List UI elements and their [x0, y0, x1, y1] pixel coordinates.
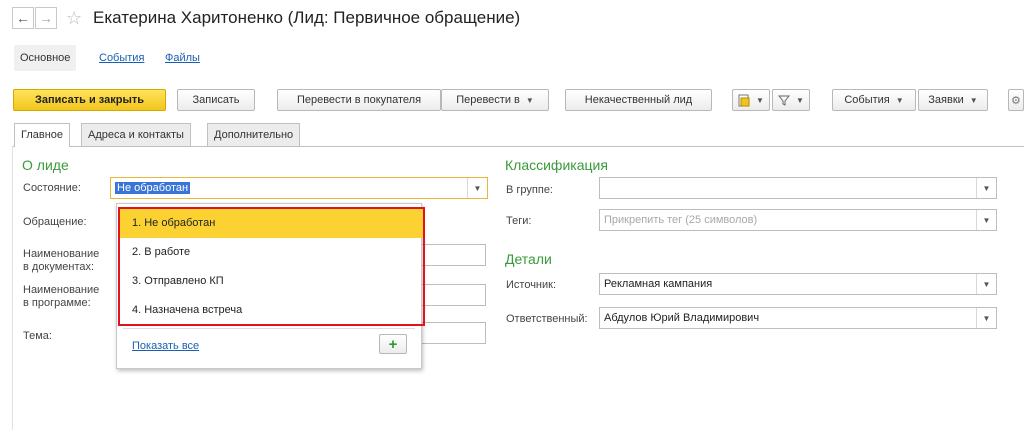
- section-tab-files[interactable]: Файлы: [159, 45, 206, 71]
- topic-field[interactable]: [420, 322, 486, 344]
- doc-name-label: Наименование в документах:: [23, 248, 100, 273]
- group-select[interactable]: ▼: [599, 177, 997, 199]
- program-name-field[interactable]: [420, 284, 486, 306]
- appeal-label: Обращение:: [23, 216, 87, 228]
- convert-to-menu-button[interactable]: Перевести в ▼: [441, 89, 549, 111]
- bad-lead-button[interactable]: Некачественный лид: [565, 89, 712, 111]
- tags-input-placeholder: Прикрепить тег (25 символов): [604, 214, 758, 226]
- tags-label: Теги:: [506, 215, 532, 227]
- favorite-star-icon[interactable]: ☆: [66, 9, 82, 27]
- tab-extra[interactable]: Дополнительно: [207, 123, 301, 146]
- chevron-down-icon[interactable]: ▼: [976, 274, 996, 294]
- state-option[interactable]: 2. В работе: [120, 238, 423, 267]
- events-menu-label: События: [844, 94, 890, 106]
- save-button[interactable]: Записать: [177, 89, 255, 111]
- tab-strip-divider: [12, 146, 1024, 147]
- doc-name-field[interactable]: [420, 244, 486, 266]
- state-option[interactable]: 3. Отправлено КП: [120, 267, 423, 296]
- convert-to-customer-button[interactable]: Перевести в покупателя: [277, 89, 441, 111]
- document-icon: [738, 94, 750, 106]
- print-menu-button[interactable]: ▼: [732, 89, 770, 111]
- source-label: Источник:: [506, 279, 557, 291]
- state-select[interactable]: Не обработан ▼: [110, 177, 488, 199]
- details-group-title: Детали: [505, 251, 552, 267]
- section-tab-main[interactable]: Основное: [14, 45, 77, 71]
- responsible-select[interactable]: Абдулов Юрий Владимирович ▼: [599, 307, 997, 329]
- responsible-label: Ответственный:: [506, 313, 588, 325]
- program-name-label: Наименование в программе:: [23, 284, 100, 309]
- source-select[interactable]: Рекламная кампания ▼: [599, 273, 997, 295]
- requests-menu-label: Заявки: [928, 94, 964, 106]
- classification-group-title: Классификация: [505, 157, 608, 173]
- tags-input[interactable]: Прикрепить тег (25 символов) ▼: [599, 209, 997, 231]
- chevron-down-icon[interactable]: ▼: [976, 210, 996, 230]
- page-title: Екатерина Харитоненко (Лид: Первичное об…: [93, 8, 521, 27]
- gear-icon: ⚙: [1011, 94, 1021, 107]
- chevron-down-icon: ▼: [895, 95, 904, 105]
- back-button[interactable]: ←: [12, 7, 34, 29]
- plus-icon: +: [388, 335, 398, 353]
- section-tab-events[interactable]: События: [93, 45, 150, 71]
- chevron-down-icon[interactable]: ▼: [976, 178, 996, 198]
- source-select-value: Рекламная кампания: [604, 278, 713, 290]
- chevron-down-icon: ▼: [796, 95, 804, 105]
- state-label: Состояние:: [23, 182, 81, 194]
- events-menu-button[interactable]: События ▼: [832, 89, 916, 111]
- add-button[interactable]: +: [379, 334, 407, 354]
- state-dropdown-popup: 1. Не обработан 2. В работе 3. Отправлен…: [116, 203, 425, 369]
- filter-icon: [778, 95, 791, 106]
- chevron-down-icon: ▼: [756, 95, 764, 105]
- tab-addresses[interactable]: Адреса и контакты: [81, 123, 191, 146]
- arrow-right-icon: →: [39, 10, 53, 26]
- convert-to-menu-label: Перевести в: [456, 94, 520, 106]
- topic-label: Тема:: [23, 330, 52, 342]
- chevron-down-icon: ▼: [525, 95, 534, 105]
- requests-menu-button[interactable]: Заявки ▼: [918, 89, 988, 111]
- show-all-link[interactable]: Показать все: [132, 340, 199, 352]
- form-left-border: [12, 146, 13, 430]
- filter-menu-button[interactable]: ▼: [772, 89, 810, 111]
- arrow-left-icon: ←: [16, 10, 30, 26]
- state-option[interactable]: 4. Назначена встреча: [120, 296, 423, 325]
- forward-button[interactable]: →: [35, 7, 57, 29]
- popup-divider: [123, 328, 415, 329]
- tab-main[interactable]: Главное: [14, 123, 71, 147]
- settings-button[interactable]: ⚙: [1008, 89, 1024, 111]
- chevron-down-icon: ▼: [969, 95, 978, 105]
- save-and-close-button[interactable]: Записать и закрыть: [13, 89, 166, 111]
- group-label: В группе:: [506, 184, 553, 196]
- chevron-down-icon[interactable]: ▼: [467, 178, 487, 198]
- state-select-value: Не обработан: [115, 182, 191, 194]
- responsible-select-value: Абдулов Юрий Владимирович: [604, 312, 760, 324]
- about-lead-group-title: О лиде: [22, 157, 69, 173]
- chevron-down-icon[interactable]: ▼: [976, 308, 996, 328]
- state-option[interactable]: 1. Не обработан: [120, 209, 423, 238]
